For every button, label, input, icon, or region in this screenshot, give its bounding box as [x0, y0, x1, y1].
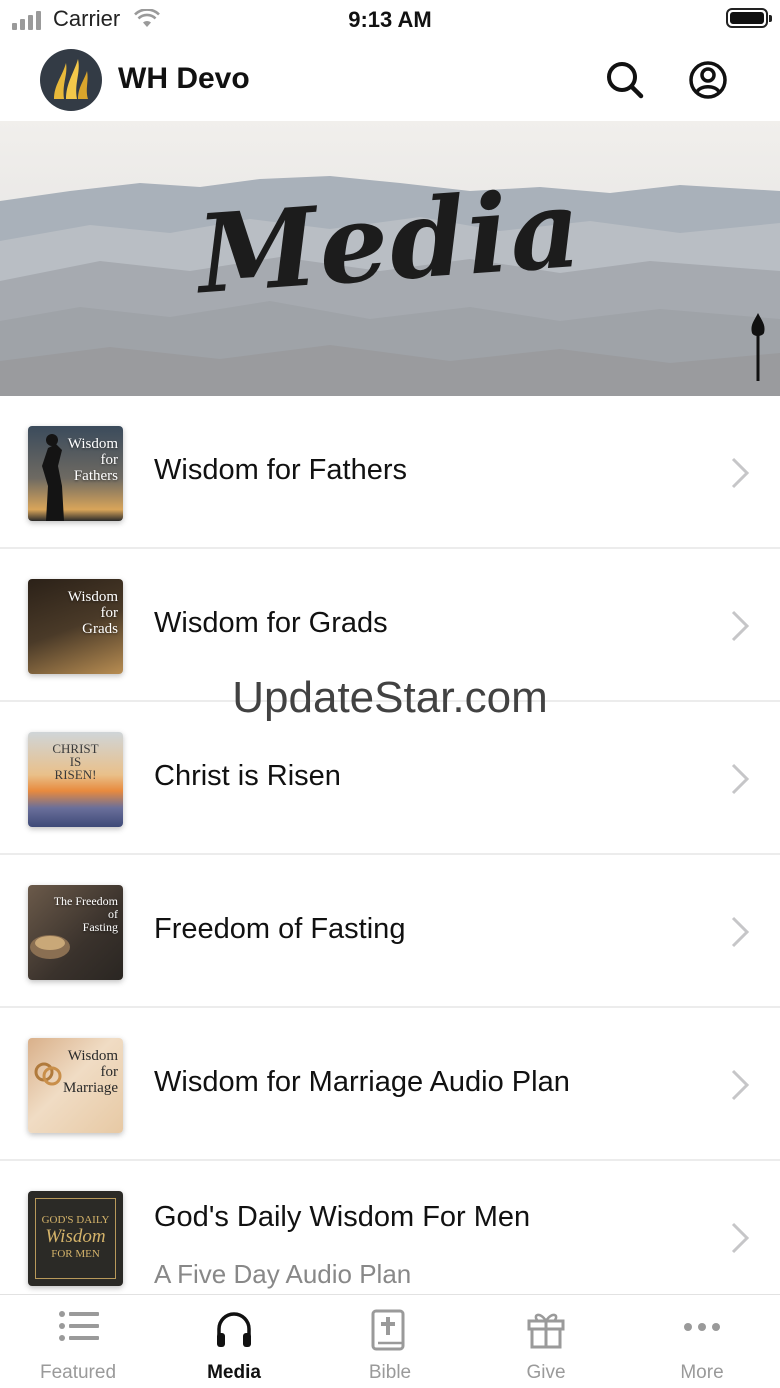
chevron-right-icon	[731, 763, 750, 795]
app-header: WH Devo	[0, 40, 780, 121]
tab-label: Bible	[368, 1362, 412, 1383]
more-icon	[684, 1323, 720, 1331]
tab-label: Media	[207, 1362, 261, 1383]
thumbnail-text: The Freedom of Fasting	[53, 894, 118, 934]
flame-logo-icon	[54, 59, 88, 99]
tab-media[interactable]: Media	[156, 1295, 312, 1388]
chevron-right-icon	[731, 457, 750, 489]
item-title: Wisdom for Marriage Audio Plan	[154, 1066, 570, 1098]
item-title: Wisdom for Fathers	[154, 454, 407, 486]
item-title: God's Daily Wisdom For Men	[154, 1201, 531, 1233]
thumbnail-grads: Wisdom for Grads	[28, 579, 123, 674]
media-banner: Media	[0, 121, 780, 396]
thumbnail-text: CHRIST IS RISEN!	[52, 741, 99, 782]
tab-label: Give	[526, 1362, 566, 1383]
thumbnail-christ-is-risen: CHRIST IS RISEN!	[28, 732, 123, 827]
profile-icon[interactable]	[686, 58, 730, 102]
headphones-icon	[217, 1312, 251, 1347]
tab-label: Featured	[39, 1362, 117, 1383]
bible-icon	[371, 1309, 405, 1351]
list-item-wisdom-for-fathers[interactable]: Wisdom for Fathers Wisdom for Fathers	[0, 396, 780, 549]
media-list: Wisdom for Fathers Wisdom for Fathers Wisd…	[0, 396, 780, 1314]
chevron-right-icon	[731, 1222, 750, 1254]
watermark-text: UpdateStar.com	[232, 673, 548, 722]
thumbnail-text: GOD'S DAILY Wisdom FOR MEN	[41, 1214, 110, 1260]
status-time: 9:13 AM	[348, 7, 432, 32]
tab-bible[interactable]: Bible	[312, 1295, 468, 1388]
thumbnail-text: Wisdom for Grads	[67, 589, 118, 637]
tab-more[interactable]: More	[624, 1295, 780, 1388]
list-item-freedom-of-fasting[interactable]: The Freedom of Fasting Freedom of Fasting	[0, 855, 780, 1008]
search-icon[interactable]	[603, 58, 647, 102]
torch-icon	[751, 313, 765, 381]
item-title: Christ is Risen	[154, 760, 341, 792]
list-item-wisdom-for-marriage[interactable]: Wisdom for Marriage Wisdom for Marriage Au…	[0, 1008, 780, 1161]
list-item-christ-is-risen[interactable]: CHRIST IS RISEN! Christ is Risen	[0, 702, 780, 855]
app-logo[interactable]	[40, 49, 102, 111]
thumbnail-fathers: Wisdom for Fathers	[28, 426, 123, 521]
list-item-gods-daily-wisdom-for-men[interactable]: GOD'S DAILY Wisdom FOR MEN God's Daily W…	[0, 1161, 780, 1314]
status-bar: Carrier 9:13 AM	[0, 0, 780, 40]
tab-featured[interactable]: Featured	[0, 1295, 156, 1388]
battery-icon	[726, 8, 772, 28]
item-subtitle: A Five Day Audio Plan	[154, 1259, 412, 1289]
thumbnail-fasting: The Freedom of Fasting	[28, 885, 123, 980]
tab-bar: Featured Media Bible Give More	[0, 1294, 780, 1388]
chevron-right-icon	[731, 916, 750, 948]
thumbnail-daily-wisdom: GOD'S DAILY Wisdom FOR MEN	[28, 1191, 123, 1286]
tab-label: More	[680, 1362, 724, 1383]
thumbnail-marriage: Wisdom for Marriage	[28, 1038, 123, 1133]
item-title: Wisdom for Grads	[154, 607, 388, 639]
tab-give[interactable]: Give	[468, 1295, 624, 1388]
thumbnail-text: Wisdom for Fathers	[67, 436, 118, 484]
list-icon	[59, 1311, 99, 1341]
thumbnail-text: Wisdom for Marriage	[63, 1048, 118, 1096]
gift-icon	[527, 1313, 565, 1349]
chevron-right-icon	[731, 610, 750, 642]
item-title: Freedom of Fasting	[154, 913, 406, 945]
app-title: WH Devo	[118, 62, 250, 95]
chevron-right-icon	[731, 1069, 750, 1101]
